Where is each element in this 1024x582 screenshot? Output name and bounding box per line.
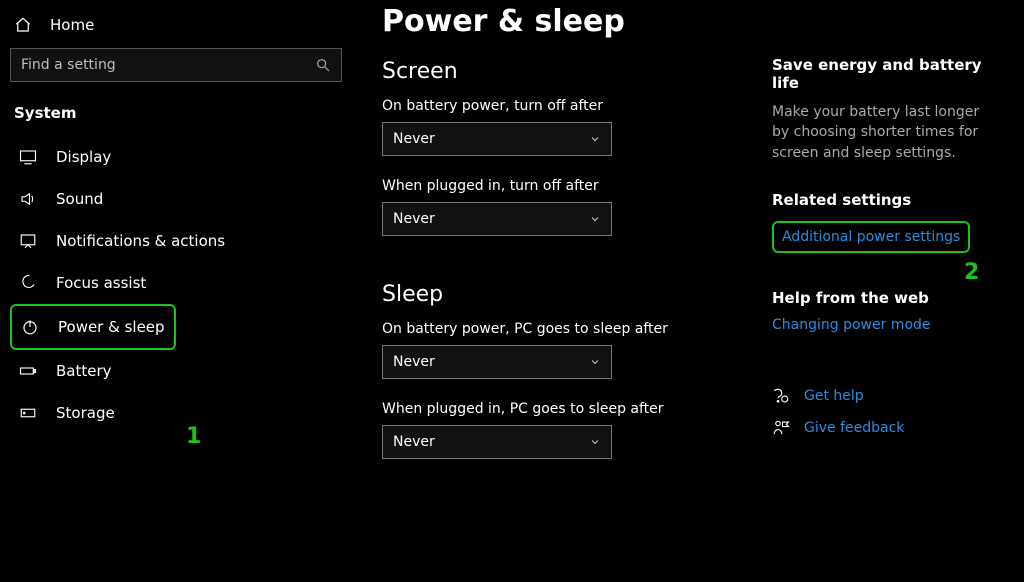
sidebar-item-sound[interactable]: Sound — [10, 178, 342, 220]
screen-battery-label: On battery power, turn off after — [382, 98, 742, 114]
right-panel: Save energy and battery life Make your b… — [772, 0, 1010, 582]
sidebar-item-display[interactable]: Display — [10, 136, 342, 178]
sleep-battery-label: On battery power, PC goes to sleep after — [382, 321, 742, 337]
focus-assist-icon — [18, 274, 38, 292]
select-value: Never — [393, 354, 435, 370]
settings-search[interactable]: Find a setting — [10, 48, 342, 82]
screen-plugged-select[interactable]: Never — [382, 202, 612, 236]
sidebar-item-label: Display — [56, 148, 111, 166]
sidebar-home-label: Home — [50, 16, 94, 34]
sidebar-item-label: Sound — [56, 190, 103, 208]
notifications-icon — [18, 232, 38, 250]
get-help-link[interactable]: Get help — [772, 387, 1000, 405]
sidebar-item-focus-assist[interactable]: Focus assist — [10, 262, 342, 304]
sleep-battery-select[interactable]: Never — [382, 345, 612, 379]
sidebar-item-power-sleep[interactable]: Power & sleep — [10, 304, 176, 350]
sound-icon — [18, 190, 38, 208]
chevron-down-icon — [589, 133, 601, 145]
help-heading: Help from the web — [772, 289, 1000, 307]
additional-power-settings-link[interactable]: Additional power settings — [772, 221, 970, 253]
sidebar-item-label: Battery — [56, 362, 112, 380]
annotation-marker-1: 1 — [186, 424, 201, 449]
energy-heading: Save energy and battery life — [772, 56, 1000, 92]
sleep-plugged-label: When plugged in, PC goes to sleep after — [382, 401, 742, 417]
battery-icon — [18, 362, 38, 380]
sidebar-item-notifications[interactable]: Notifications & actions — [10, 220, 342, 262]
give-feedback-link[interactable]: Give feedback — [772, 419, 1000, 437]
energy-description: Make your battery last longer by choosin… — [772, 102, 1000, 163]
search-placeholder: Find a setting — [21, 57, 116, 73]
sidebar-item-label: Power & sleep — [58, 318, 165, 336]
display-icon — [18, 148, 38, 166]
sleep-heading: Sleep — [382, 282, 742, 307]
link-label: Additional power settings — [782, 229, 960, 245]
sidebar-item-storage[interactable]: Storage — [10, 392, 342, 434]
storage-icon — [18, 404, 38, 422]
settings-sidebar: Home Find a setting System Display Sound… — [0, 0, 352, 582]
annotation-marker-2: 2 — [964, 260, 979, 285]
select-value: Never — [393, 131, 435, 147]
screen-battery-select[interactable]: Never — [382, 122, 612, 156]
link-label: Get help — [804, 388, 864, 404]
sidebar-item-label: Notifications & actions — [56, 232, 225, 250]
sidebar-item-battery[interactable]: Battery — [10, 350, 342, 392]
home-icon — [14, 16, 32, 34]
sleep-plugged-select[interactable]: Never — [382, 425, 612, 459]
chevron-down-icon — [589, 436, 601, 448]
related-heading: Related settings — [772, 191, 1000, 209]
sidebar-group-title: System — [10, 98, 342, 136]
main-panel: Power & sleep Screen On battery power, t… — [352, 0, 772, 582]
select-value: Never — [393, 434, 435, 450]
sidebar-home[interactable]: Home — [10, 10, 342, 48]
search-icon — [315, 57, 331, 73]
chevron-down-icon — [589, 213, 601, 225]
power-icon — [20, 318, 40, 336]
changing-power-mode-link[interactable]: Changing power mode — [772, 317, 931, 333]
sidebar-item-label: Storage — [56, 404, 115, 422]
screen-heading: Screen — [382, 59, 742, 84]
chevron-down-icon — [589, 356, 601, 368]
select-value: Never — [393, 211, 435, 227]
help-icon — [772, 387, 790, 405]
feedback-icon — [772, 419, 790, 437]
screen-plugged-label: When plugged in, turn off after — [382, 178, 742, 194]
page-title: Power & sleep — [382, 4, 742, 39]
sidebar-item-label: Focus assist — [56, 274, 146, 292]
link-label: Give feedback — [804, 420, 904, 436]
